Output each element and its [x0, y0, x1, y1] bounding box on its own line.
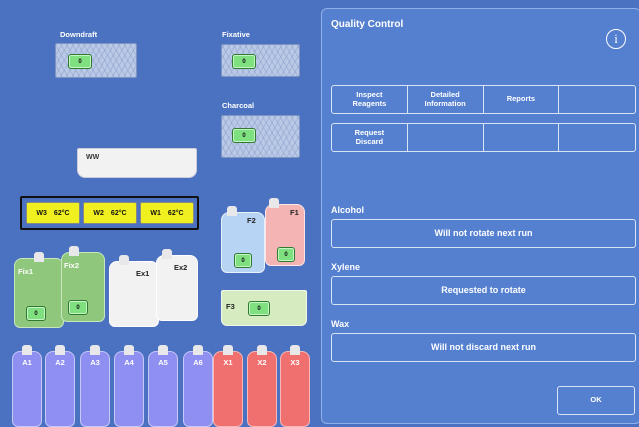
- fix1-counter[interactable]: 0: [26, 306, 46, 321]
- ok-button[interactable]: OK: [557, 386, 635, 415]
- tab-empty: [408, 124, 484, 151]
- f1-counter[interactable]: 0: [277, 247, 295, 262]
- bottle-cap: [22, 345, 32, 355]
- bottle-cap: [257, 345, 267, 355]
- f2-label: F2: [247, 216, 256, 225]
- bottle-label: X2: [257, 358, 267, 367]
- reagent-bottle-x3[interactable]: X3: [280, 345, 310, 427]
- ex1-label: Ex1: [136, 269, 150, 278]
- bottle-cap: [193, 345, 203, 355]
- formalin-f3-tray[interactable]: F3 0: [221, 290, 307, 326]
- charcoal-counter[interactable]: 0: [232, 128, 256, 143]
- info-icon[interactable]: i: [606, 29, 626, 49]
- bottle-label: A4: [124, 358, 134, 367]
- fix1-label: Fix1: [18, 267, 34, 276]
- bottle-cap: [158, 345, 168, 355]
- bottle-cap: [290, 345, 300, 355]
- ex1-container[interactable]: Ex1: [109, 255, 159, 327]
- reagent-bottle-x2[interactable]: X2: [247, 345, 277, 427]
- wax-bath-label: W2: [93, 209, 104, 217]
- reagent-bottle-a6[interactable]: A6: [183, 345, 213, 427]
- fix2-counter[interactable]: 0: [68, 300, 88, 315]
- fixative-counter[interactable]: 0: [232, 54, 256, 69]
- tab-empty: [484, 124, 560, 151]
- tab-request-discard[interactable]: Request Discard: [332, 124, 408, 151]
- quality-control-panel: Quality Control i Inspect Reagents Detail…: [321, 8, 639, 424]
- wax-bath-label: W1: [150, 209, 161, 217]
- f1-label: F1: [290, 208, 299, 217]
- wax-bath-w1[interactable]: W1 62°C: [140, 202, 194, 224]
- reagent-bottle-a3[interactable]: A3: [80, 345, 110, 427]
- tab-inspect-reagents[interactable]: Inspect Reagents: [332, 86, 408, 113]
- downdraft-label: Downdraft: [60, 30, 98, 39]
- status-button-xylene[interactable]: Requested to rotate: [331, 276, 636, 305]
- wax-bath-w3[interactable]: W3 62°C: [26, 202, 80, 224]
- bottle-label: A5: [158, 358, 168, 367]
- ex2-container[interactable]: Ex2: [156, 249, 198, 321]
- fix2-label: Fix2: [64, 261, 80, 270]
- f3-label: F3: [226, 302, 235, 311]
- panel-title: Quality Control: [331, 19, 404, 30]
- downdraft-counter[interactable]: 0: [68, 54, 92, 69]
- reagent-bottle-a1[interactable]: A1: [12, 345, 42, 427]
- wax-bath-temp: 62°C: [167, 209, 184, 217]
- bottle-label: A6: [193, 358, 203, 367]
- tab-empty: [559, 124, 635, 151]
- bottle-label: A3: [90, 358, 100, 367]
- bottle-label: A1: [22, 358, 32, 367]
- section-heading-alcohol: Alcohol: [331, 205, 364, 215]
- tab-row-1: Inspect Reagents Detailed Information Repo…: [331, 85, 636, 114]
- bottle-label: A2: [55, 358, 65, 367]
- reagent-bottle-a5[interactable]: A5: [148, 345, 178, 427]
- charcoal-label: Charcoal: [222, 101, 255, 110]
- tab-row-2: Request Discard: [331, 123, 636, 152]
- wax-bath-label: W3: [36, 209, 47, 217]
- reagent-bottle-a4[interactable]: A4: [114, 345, 144, 427]
- bottle-cap: [55, 345, 65, 355]
- fixative-label: Fixative: [222, 30, 250, 39]
- wax-baths: W3 62°C W2 62°C W1 62°C: [20, 196, 199, 230]
- f2-counter[interactable]: 0: [234, 253, 252, 268]
- section-heading-wax: Wax: [331, 319, 350, 329]
- charcoal-filter[interactable]: 0: [221, 115, 300, 158]
- bottle-cap: [124, 345, 134, 355]
- tab-detailed-information[interactable]: Detailed Information: [408, 86, 484, 113]
- tab-empty: [559, 86, 635, 113]
- bottle-cap: [223, 345, 233, 355]
- downdraft-filter[interactable]: 0: [55, 43, 137, 78]
- wax-bath-w2[interactable]: W2 62°C: [83, 202, 137, 224]
- status-button-wax[interactable]: Will not discard next run: [331, 333, 636, 362]
- wax-bath-temp: 62°C: [53, 209, 70, 217]
- fix2-container[interactable]: Fix2 0: [61, 246, 105, 322]
- wax-bath-temp: 62°C: [110, 209, 127, 217]
- bottle-cap: [90, 345, 100, 355]
- f3-counter[interactable]: 0: [248, 301, 270, 316]
- bottle-label: X1: [223, 358, 233, 367]
- fix1-container[interactable]: Fix1 0: [14, 252, 64, 328]
- ww-label: WW: [86, 154, 100, 161]
- bottle-label: X3: [290, 358, 300, 367]
- section-heading-xylene: Xylene: [331, 262, 361, 272]
- fixative-filter[interactable]: 0: [221, 44, 300, 77]
- tab-reports[interactable]: Reports: [484, 86, 560, 113]
- reagent-bottle-a2[interactable]: A2: [45, 345, 75, 427]
- formalin-f1-container[interactable]: F1 0: [265, 198, 305, 266]
- status-button-alcohol[interactable]: Will not rotate next run: [331, 219, 636, 248]
- ex2-label: Ex2: [174, 263, 188, 272]
- waste-wax-tray[interactable]: WW: [77, 148, 197, 178]
- formalin-f2-container[interactable]: F2 0: [221, 206, 265, 273]
- reagent-bottle-x1[interactable]: X1: [213, 345, 243, 427]
